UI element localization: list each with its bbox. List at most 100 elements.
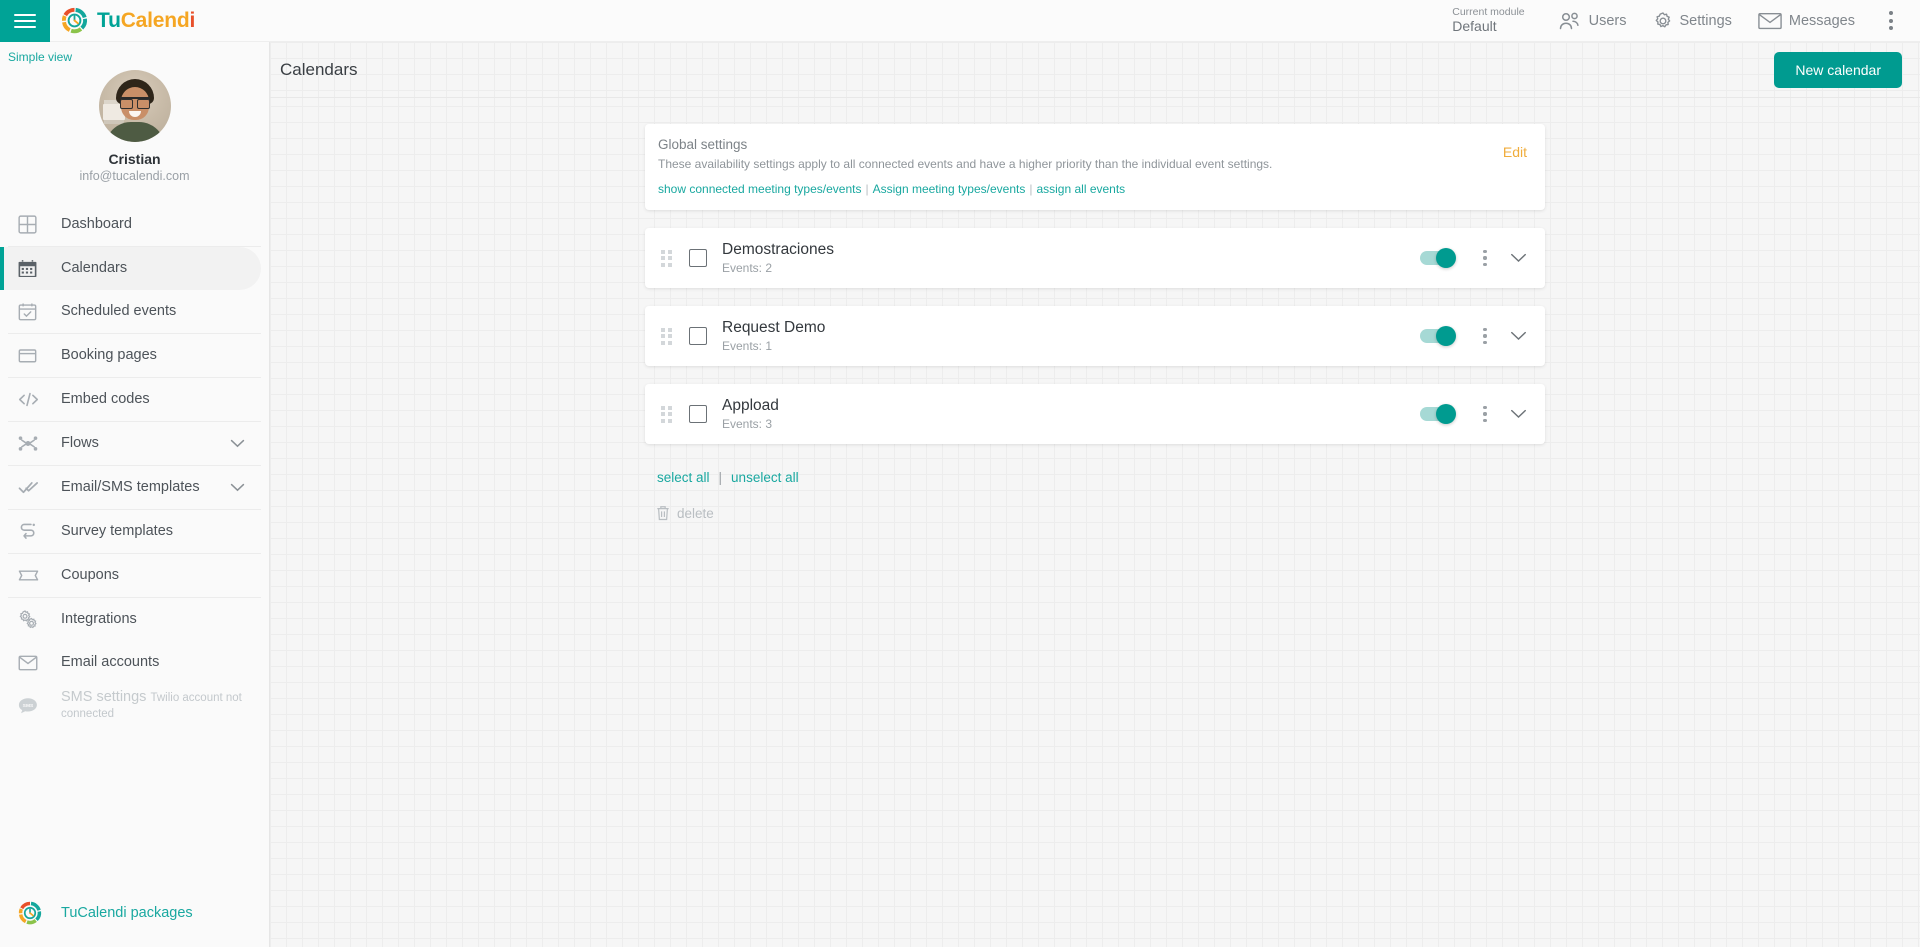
- calendar-enabled-toggle[interactable]: [1420, 326, 1456, 346]
- assign-all-events-link[interactable]: assign all events: [1036, 182, 1125, 196]
- brand-logo[interactable]: TuCalendi: [61, 7, 195, 34]
- global-settings-links: show connected meeting types/events | Assi…: [658, 182, 1491, 196]
- current-module-label: Current module: [1452, 6, 1525, 19]
- delete-button[interactable]: delete: [645, 505, 1545, 521]
- topnav-messages[interactable]: Messages: [1745, 0, 1868, 42]
- sidebar-item-calendars[interactable]: Calendars: [0, 247, 261, 290]
- table-row[interactable]: Appload Events: 3: [645, 384, 1545, 444]
- row-more-vertical-icon[interactable]: [1472, 399, 1498, 429]
- sidebar-item-scheduled-events[interactable]: Scheduled events: [0, 290, 269, 333]
- calendar-checkbox[interactable]: [689, 249, 707, 267]
- sidebar-item-coupons[interactable]: Coupons: [0, 554, 269, 597]
- link-separator: |: [865, 182, 869, 196]
- sidebar-item-label: Flows: [61, 434, 99, 451]
- calendar-events-count: Events: 2: [722, 261, 773, 275]
- sidebar-item-booking-pages[interactable]: Booking pages: [0, 334, 269, 377]
- calendar-name: Demostraciones: [722, 241, 834, 258]
- calendar-icon: [18, 259, 44, 278]
- table-row[interactable]: Demostraciones Events: 2: [645, 228, 1545, 288]
- calendar-enabled-toggle[interactable]: [1420, 248, 1456, 268]
- brand-text-part1: Tu: [97, 8, 121, 32]
- sidebar-item-dashboard[interactable]: Dashboard: [0, 203, 269, 246]
- hamburger-line: [14, 13, 36, 16]
- edit-global-settings-link[interactable]: Edit: [1491, 144, 1527, 160]
- sidebar-item-tucalendi-packages[interactable]: TuCalendi packages: [0, 901, 270, 925]
- avatar-shirt: [104, 122, 165, 142]
- sidebar-nav: Dashboard Calendars Scheduled events Boo…: [0, 203, 269, 727]
- simple-view-link[interactable]: Simple view: [0, 42, 72, 64]
- topnav-settings-label: Settings: [1679, 12, 1732, 29]
- calendar-name: Appload: [722, 397, 779, 414]
- tucalendi-logo-icon: [61, 7, 88, 34]
- bulk-actions: select all | unselect all delete: [645, 470, 1545, 521]
- kebab-dot: [1889, 26, 1893, 30]
- row-expand-chevron-down-icon[interactable]: [1510, 331, 1527, 341]
- profile-name: Cristian: [108, 151, 161, 167]
- drag-handle-icon[interactable]: [661, 249, 675, 267]
- sidebar: Simple view Cristian info@tucalendi.com …: [0, 42, 270, 947]
- new-calendar-button[interactable]: New calendar: [1774, 51, 1902, 88]
- sidebar-item-sms-settings: SMS SMS settings Twilio account not conn…: [0, 684, 269, 727]
- calendar-events-count: Events: 1: [722, 339, 773, 353]
- window-icon: [18, 346, 44, 365]
- sidebar-item-flows[interactable]: Flows: [0, 422, 269, 465]
- sidebar-item-email-sms-templates[interactable]: Email/SMS templates: [0, 466, 269, 509]
- drag-handle-icon[interactable]: [661, 327, 675, 345]
- calendar-checkbox[interactable]: [689, 327, 707, 345]
- topnav-settings[interactable]: Settings: [1640, 0, 1745, 42]
- hamburger-menu-icon[interactable]: [0, 0, 50, 42]
- row-more-vertical-icon[interactable]: [1472, 243, 1498, 273]
- ticket-icon: [18, 567, 44, 584]
- row-expand-chevron-down-icon[interactable]: [1510, 253, 1527, 263]
- topnav-users-label: Users: [1588, 12, 1627, 29]
- topnav-users[interactable]: Users: [1545, 0, 1640, 42]
- more-vertical-icon[interactable]: [1874, 0, 1908, 42]
- code-brackets-icon: [18, 390, 44, 409]
- topnav-messages-label: Messages: [1788, 12, 1855, 29]
- global-settings-card: Global settings These availability setti…: [645, 124, 1545, 210]
- top-bar: TuCalendi Current module Default Users S…: [0, 0, 1920, 42]
- profile-email: info@tucalendi.com: [79, 169, 190, 183]
- tucalendi-logo-icon: [18, 901, 44, 925]
- select-all-link[interactable]: select all: [657, 470, 710, 485]
- calendar-checkbox[interactable]: [689, 405, 707, 423]
- dashboard-grid-icon: [18, 215, 44, 234]
- sidebar-item-integrations[interactable]: Integrations: [0, 598, 269, 641]
- brand-text-part3: i: [189, 8, 196, 32]
- sms-bubble-icon: SMS: [18, 697, 44, 715]
- toggle-knob: [1436, 326, 1456, 346]
- select-links: select all | unselect all: [645, 470, 1545, 485]
- gear-icon: [1655, 11, 1670, 27]
- unselect-all-link[interactable]: unselect all: [731, 470, 799, 485]
- delete-label: delete: [677, 505, 714, 521]
- sidebar-item-survey-templates[interactable]: Survey templates: [0, 510, 269, 553]
- sidebar-item-label: Scheduled events: [61, 302, 177, 319]
- row-more-vertical-icon[interactable]: [1472, 321, 1498, 351]
- show-connected-meeting-types-link[interactable]: show connected meeting types/events: [658, 182, 861, 196]
- sidebar-item-email-accounts[interactable]: Email accounts: [0, 641, 269, 684]
- assign-meeting-types-link[interactable]: Assign meeting types/events: [873, 182, 1026, 196]
- row-expand-chevron-down-icon[interactable]: [1510, 409, 1527, 419]
- double-check-icon: [18, 478, 44, 497]
- main-content: Calendars New calendar Global settings T…: [270, 42, 1920, 947]
- table-row[interactable]: Request Demo Events: 1: [645, 306, 1545, 366]
- link-separator: |: [718, 470, 723, 485]
- survey-arrows-icon: [18, 522, 44, 541]
- calendar-name: Request Demo: [722, 319, 826, 336]
- drag-handle-icon[interactable]: [661, 405, 675, 423]
- sidebar-item-label: Embed codes: [61, 390, 150, 407]
- sidebar-item-label: Booking pages: [61, 346, 157, 363]
- toggle-knob: [1436, 404, 1456, 424]
- flow-nodes-icon: [18, 434, 44, 453]
- chevron-down-icon[interactable]: [230, 483, 245, 492]
- page-header: Calendars New calendar: [270, 42, 1920, 98]
- sidebar-item-embed-codes[interactable]: Embed codes: [0, 378, 269, 421]
- trash-icon: [657, 506, 669, 521]
- avatar[interactable]: [98, 70, 171, 142]
- brand-text-part2: Calend: [120, 8, 190, 32]
- current-module[interactable]: Current module Default: [1452, 6, 1524, 34]
- current-module-value: Default: [1452, 18, 1497, 35]
- calendar-enabled-toggle[interactable]: [1420, 404, 1456, 424]
- sidebar-item-label: Calendars: [61, 259, 128, 276]
- chevron-down-icon[interactable]: [230, 439, 245, 448]
